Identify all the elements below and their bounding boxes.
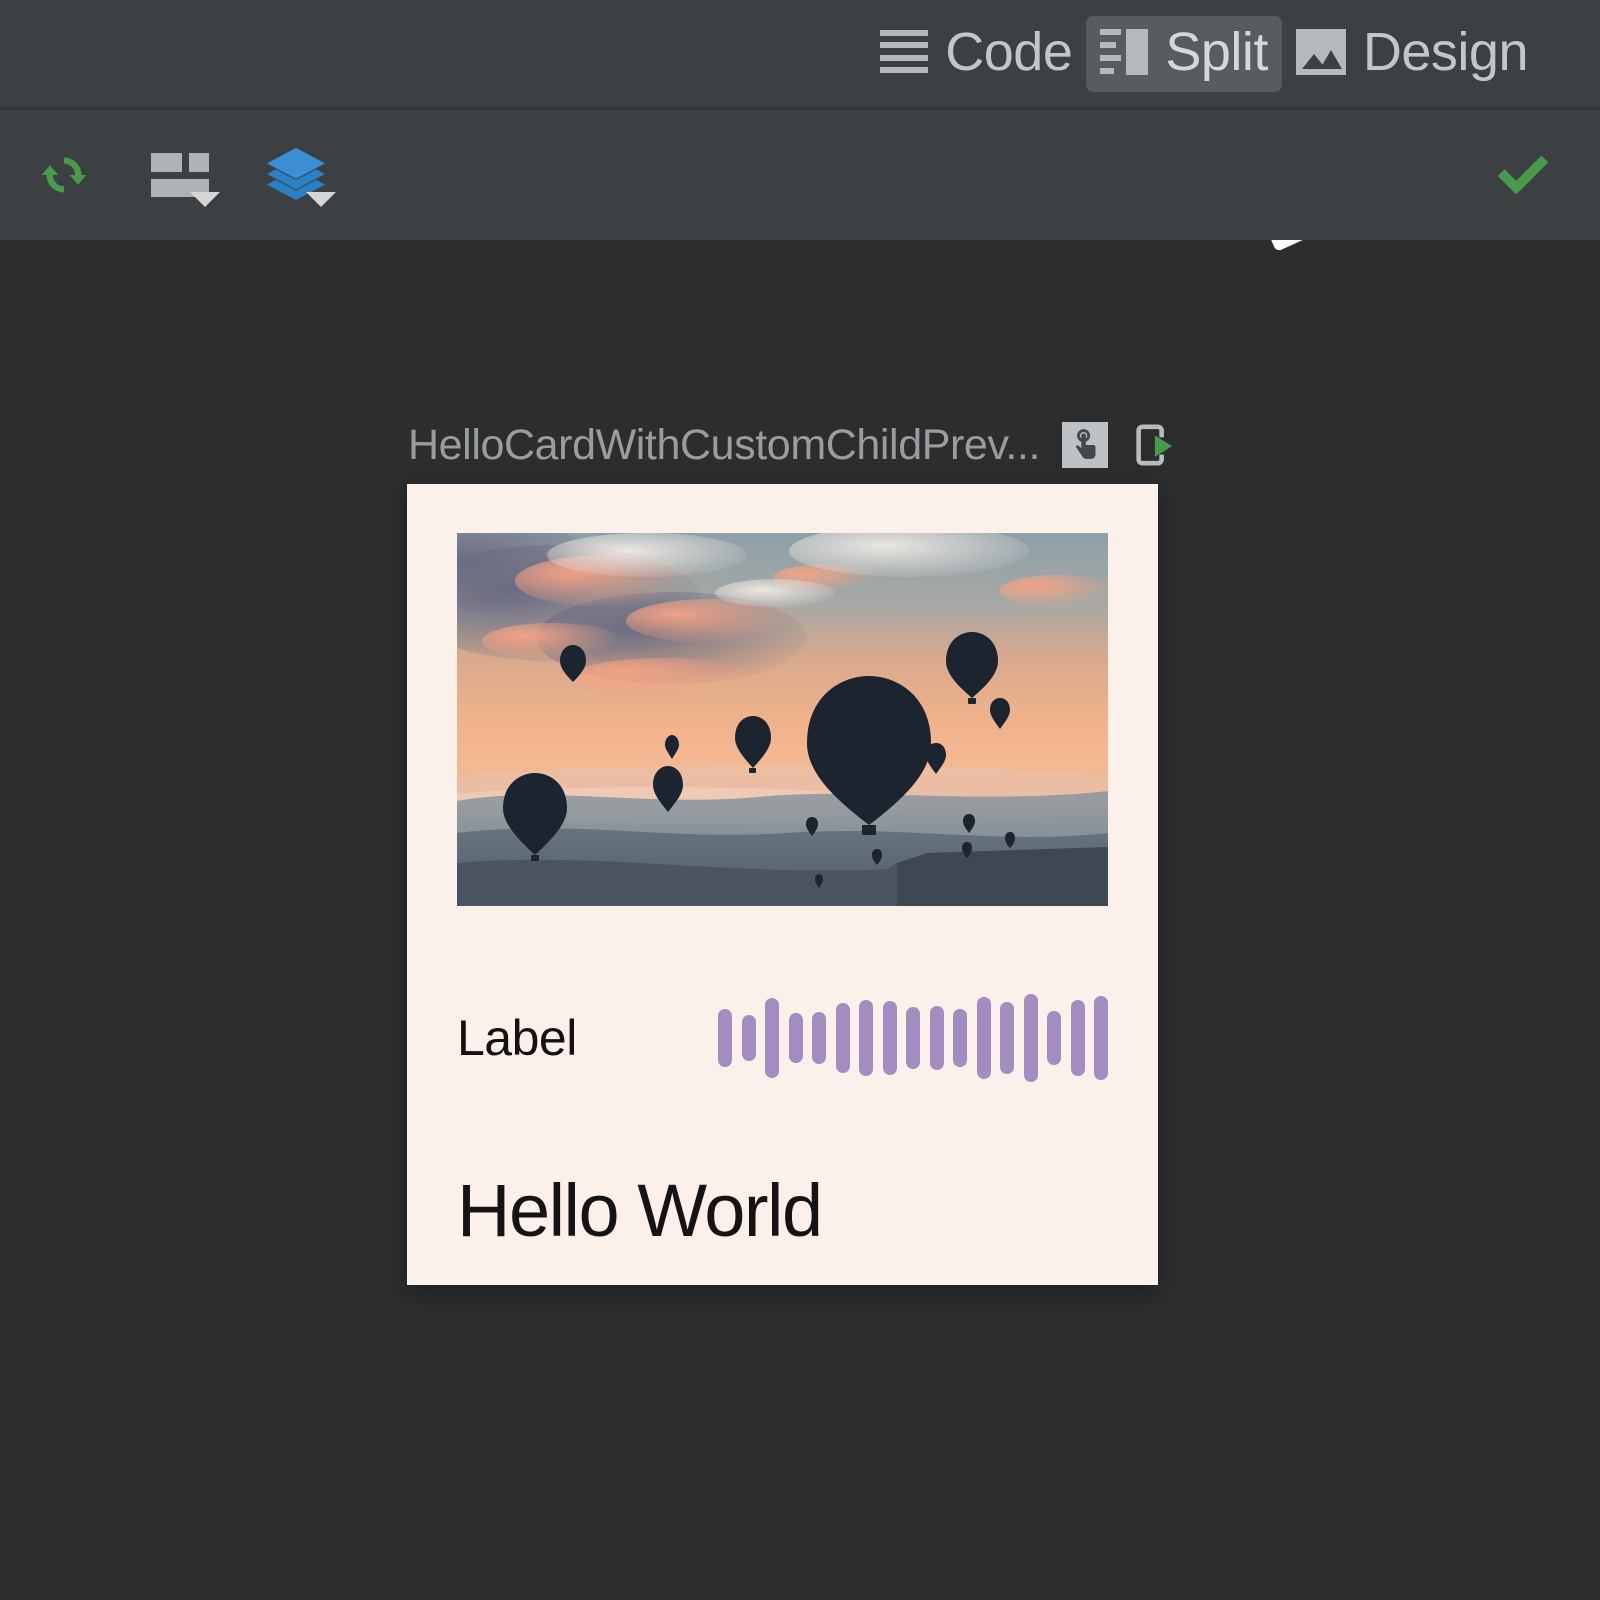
split-view-icon [1100,28,1149,75]
run-preview-on-device-button[interactable] [1130,422,1176,468]
checkmark-icon[interactable] [1492,151,1554,199]
waveform-bar [929,1006,944,1070]
waveform-bar [1000,1002,1014,1074]
waveform-bar [812,1012,826,1064]
waveform-bar [953,1009,967,1067]
audio-waveform [718,978,1108,1098]
preview-header: HelloCardWithCustomChildPrev... [408,422,1176,468]
device-play-icon [1136,424,1173,466]
touch-hand-icon [1062,422,1108,468]
chevron-down-icon [306,192,336,207]
ui-check-layers-button[interactable] [254,133,338,217]
tab-design[interactable]: Design [1282,16,1542,92]
tab-split[interactable]: Split [1086,15,1282,92]
refresh-icon [41,157,87,193]
preview-canvas: HelloCardWithCustomChildPrev... Label He… [0,240,1600,1600]
card-title: Hello World [457,1169,823,1252]
label-waveform-row: Label [457,978,1108,1098]
waveform-bar [859,1000,873,1076]
grid-layout-icon [151,153,209,197]
mouse-pointer [1271,240,1303,251]
design-image-icon [1295,28,1346,75]
waveform-bar [765,998,779,1078]
compose-preview-screen: Code Split Design HelloCardWithCustomChi… [0,0,1600,1600]
tab-code-label: Code [945,21,1073,82]
chevron-down-icon [190,192,220,207]
editor-mode-strip: Code Split Design [0,0,1600,107]
waveform-bar [1047,1011,1061,1065]
interactive-preview-button[interactable] [1062,422,1108,468]
preview-toolbar [0,107,1600,240]
code-lines-icon [880,29,929,74]
preview-toolbar-actions [22,110,338,240]
tab-code[interactable]: Code [866,16,1086,92]
waveform-bar [835,1003,850,1073]
hot-air-balloons-sunset-image [457,533,1108,906]
waveform-bar [976,997,991,1079]
waveform-bar [1094,996,1108,1080]
refresh-build-button[interactable] [22,133,106,217]
waveform-bar [788,1013,803,1063]
build-status-area [1492,110,1554,240]
tab-split-label: Split [1165,21,1268,82]
preview-name-label: HelloCardWithCustomChildPrev... [408,420,1040,469]
card-label: Label [457,1010,577,1066]
tab-design-label: Design [1362,21,1529,82]
waveform-bar [718,1009,732,1067]
waveform-bar [1023,994,1038,1082]
view-layout-button[interactable] [138,133,222,217]
waveform-bar [741,1015,756,1061]
preview-card[interactable]: Label Hello World [407,484,1158,1285]
waveform-bar [1070,1000,1085,1076]
waveform-bar [882,1001,897,1075]
waveform-bar [906,1007,920,1069]
